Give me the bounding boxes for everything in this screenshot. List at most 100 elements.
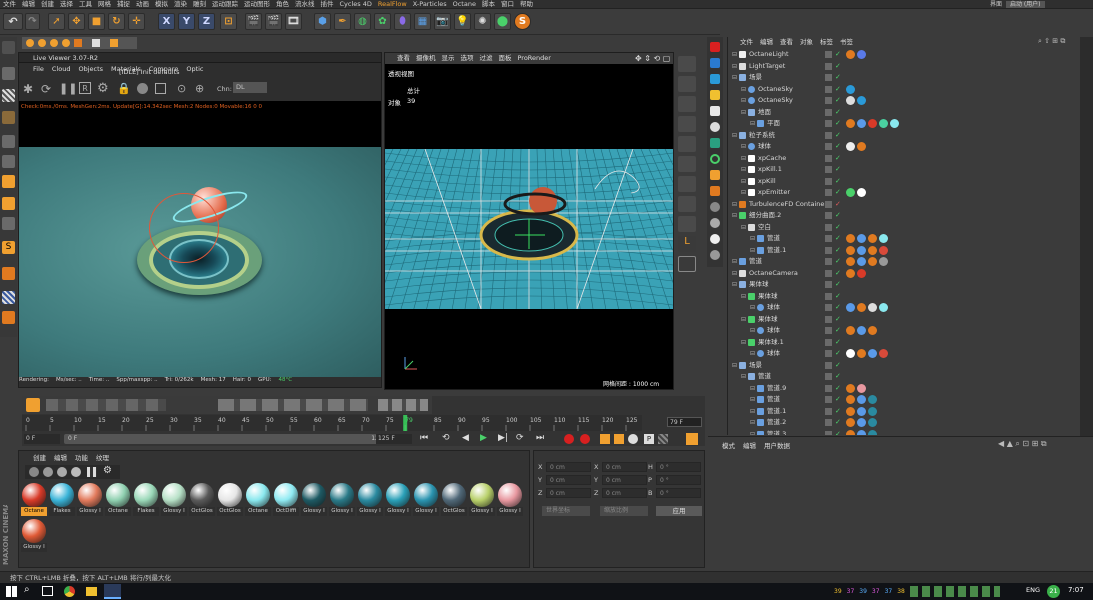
menu-item[interactable]: 创建 <box>33 454 46 462</box>
material-tag-icon[interactable] <box>857 383 866 393</box>
expand-toggle[interactable]: ⊟ <box>741 176 746 188</box>
checker-icon[interactable] <box>2 291 15 304</box>
expand-toggle[interactable]: ⊟ <box>750 383 755 395</box>
polygon-mode-icon[interactable] <box>2 175 15 188</box>
layer-toggle[interactable] <box>825 85 832 93</box>
coord-world-select[interactable]: 世界坐标 <box>542 506 590 516</box>
orange-icon[interactable] <box>710 170 720 180</box>
material-swatch[interactable]: Glossy I <box>497 483 523 516</box>
tray-counter[interactable]: 39 <box>834 588 842 595</box>
expand-toggle[interactable]: ⊟ <box>750 394 755 406</box>
pick-focus-icon[interactable]: ⊙ <box>177 82 186 95</box>
material-tag-icon[interactable] <box>846 395 855 404</box>
layer-toggle[interactable] <box>825 154 832 162</box>
material-tag-icon[interactable] <box>857 326 866 335</box>
key-param-icon[interactable]: P <box>644 434 654 444</box>
menu-item[interactable]: 查看 <box>397 54 410 62</box>
filter-gear-icon[interactable]: ⚙ <box>103 465 112 476</box>
scale-tool-icon[interactable]: ■ <box>88 13 105 30</box>
menu-item[interactable]: 文件 <box>740 38 753 46</box>
octane-blue2-icon[interactable] <box>710 74 720 84</box>
expand-toggle[interactable]: ⊟ <box>732 61 737 73</box>
coord-field[interactable]: 0 cm <box>546 475 591 485</box>
layer-toggle[interactable] <box>825 74 832 81</box>
object-row[interactable]: ⊟ OctaneSky ✓ <box>728 84 1078 96</box>
key-position-icon[interactable] <box>614 434 624 444</box>
render-queue-icon[interactable] <box>50 39 58 47</box>
layer-toggle[interactable] <box>825 131 832 139</box>
object-row[interactable]: ⊟ 管道.1 ✓ <box>728 245 1078 257</box>
x-axis-icon[interactable]: X <box>158 13 175 30</box>
visibility-toggle[interactable]: ✓ <box>835 130 841 142</box>
language-indicator[interactable]: ENG <box>1026 586 1040 594</box>
visibility-toggle[interactable]: ✓ <box>835 417 841 429</box>
settings-gear-icon[interactable]: ✱ <box>23 82 33 96</box>
interactive-render-icon[interactable] <box>74 39 82 47</box>
object-row[interactable]: ⊟ TurbulenceFD Container ✓ <box>728 199 1078 211</box>
material-swatch[interactable]: Octane <box>105 483 131 516</box>
grey-sphere2-icon[interactable] <box>710 218 720 228</box>
autokey-icon[interactable] <box>580 434 590 444</box>
material-tag-icon[interactable] <box>890 119 899 128</box>
goto-start-icon[interactable]: ⏮ <box>420 433 428 443</box>
coord-field[interactable]: 0 cm <box>602 462 647 472</box>
menu-item[interactable]: 对象 <box>800 38 813 46</box>
bridge-icon[interactable] <box>678 116 696 132</box>
material-tag-icon[interactable] <box>846 303 855 312</box>
material-swatch[interactable]: Flakes <box>133 483 159 516</box>
y-axis-icon[interactable]: Y <box>178 13 195 30</box>
expand-toggle[interactable]: ⊟ <box>750 118 755 130</box>
layout-selector[interactable]: 界面 启动 (用户) <box>990 0 1090 9</box>
expand-toggle[interactable]: ⊟ <box>732 199 737 211</box>
visibility-toggle[interactable]: ✓ <box>835 268 841 280</box>
texture-mode-icon[interactable] <box>2 89 15 102</box>
menu-item[interactable]: 工具 <box>76 0 95 9</box>
visibility-toggle[interactable]: ✓ <box>835 406 841 418</box>
layer-toggle[interactable] <box>825 223 832 231</box>
visibility-toggle[interactable]: ✓ <box>835 199 841 211</box>
material-tag-icon[interactable] <box>846 268 855 278</box>
next-key-icon[interactable]: ⟳ <box>516 433 524 443</box>
visibility-toggle[interactable]: ✓ <box>835 107 841 119</box>
axis-icon[interactable]: L <box>678 236 696 252</box>
filter-sphere2-icon[interactable] <box>43 467 53 477</box>
octane-blue-icon[interactable] <box>710 58 720 68</box>
material-tag-icon[interactable] <box>868 257 877 266</box>
material-tag-icon[interactable] <box>879 349 888 358</box>
material-tag-icon[interactable] <box>879 303 888 312</box>
expand-toggle[interactable]: ⊟ <box>732 279 737 291</box>
material-swatch[interactable]: Glossy I <box>301 483 327 516</box>
attr-nav-icons[interactable]: ◀ ▲ ⌕ ⊡ ⊞ ⧉ <box>998 439 1047 449</box>
menu-item[interactable]: 过滤 <box>480 54 493 62</box>
start-frame-field[interactable]: 0 F <box>24 434 60 444</box>
menu-item[interactable]: 摄像机 <box>416 54 436 62</box>
material-tag-icon[interactable] <box>857 406 866 416</box>
filter-checker-icon[interactable] <box>87 467 97 477</box>
visibility-toggle[interactable]: ✓ <box>835 187 841 199</box>
script-icon[interactable]: S <box>514 13 531 30</box>
xparticles-icon[interactable]: ✺ <box>474 13 491 30</box>
layer-toggle[interactable] <box>825 373 832 380</box>
file-explorer-icon[interactable] <box>86 587 97 596</box>
visibility-toggle[interactable]: ✓ <box>835 153 841 165</box>
material-tag-icon[interactable] <box>868 406 877 416</box>
reload-icon[interactable]: ⟳ <box>41 82 51 96</box>
team-render-icon[interactable] <box>110 39 118 47</box>
play-icon[interactable]: ▶ <box>480 433 487 443</box>
layer-toggle[interactable] <box>825 120 832 127</box>
material-tag-icon[interactable] <box>868 418 877 427</box>
menu-item[interactable]: 雕刻 <box>190 0 209 9</box>
visibility-toggle[interactable]: ✓ <box>835 210 841 222</box>
white-box-icon[interactable] <box>710 106 720 116</box>
material-tag-icon[interactable] <box>879 245 888 255</box>
material-tag-icon[interactable] <box>868 119 877 128</box>
menu-item[interactable]: 动画 <box>133 0 152 9</box>
render-picture-viewer-icon[interactable]: 🎬 <box>265 13 282 30</box>
material-swatch[interactable]: Glossy I <box>77 483 103 516</box>
expand-toggle[interactable]: ⊟ <box>741 222 746 234</box>
orange2-icon[interactable] <box>710 186 720 196</box>
visibility-toggle[interactable]: ✓ <box>835 222 841 234</box>
subdiv-icon[interactable]: ◍ <box>354 13 371 30</box>
live-viewer-render[interactable] <box>19 147 381 377</box>
undo-icon[interactable]: ↶ <box>3 13 23 30</box>
